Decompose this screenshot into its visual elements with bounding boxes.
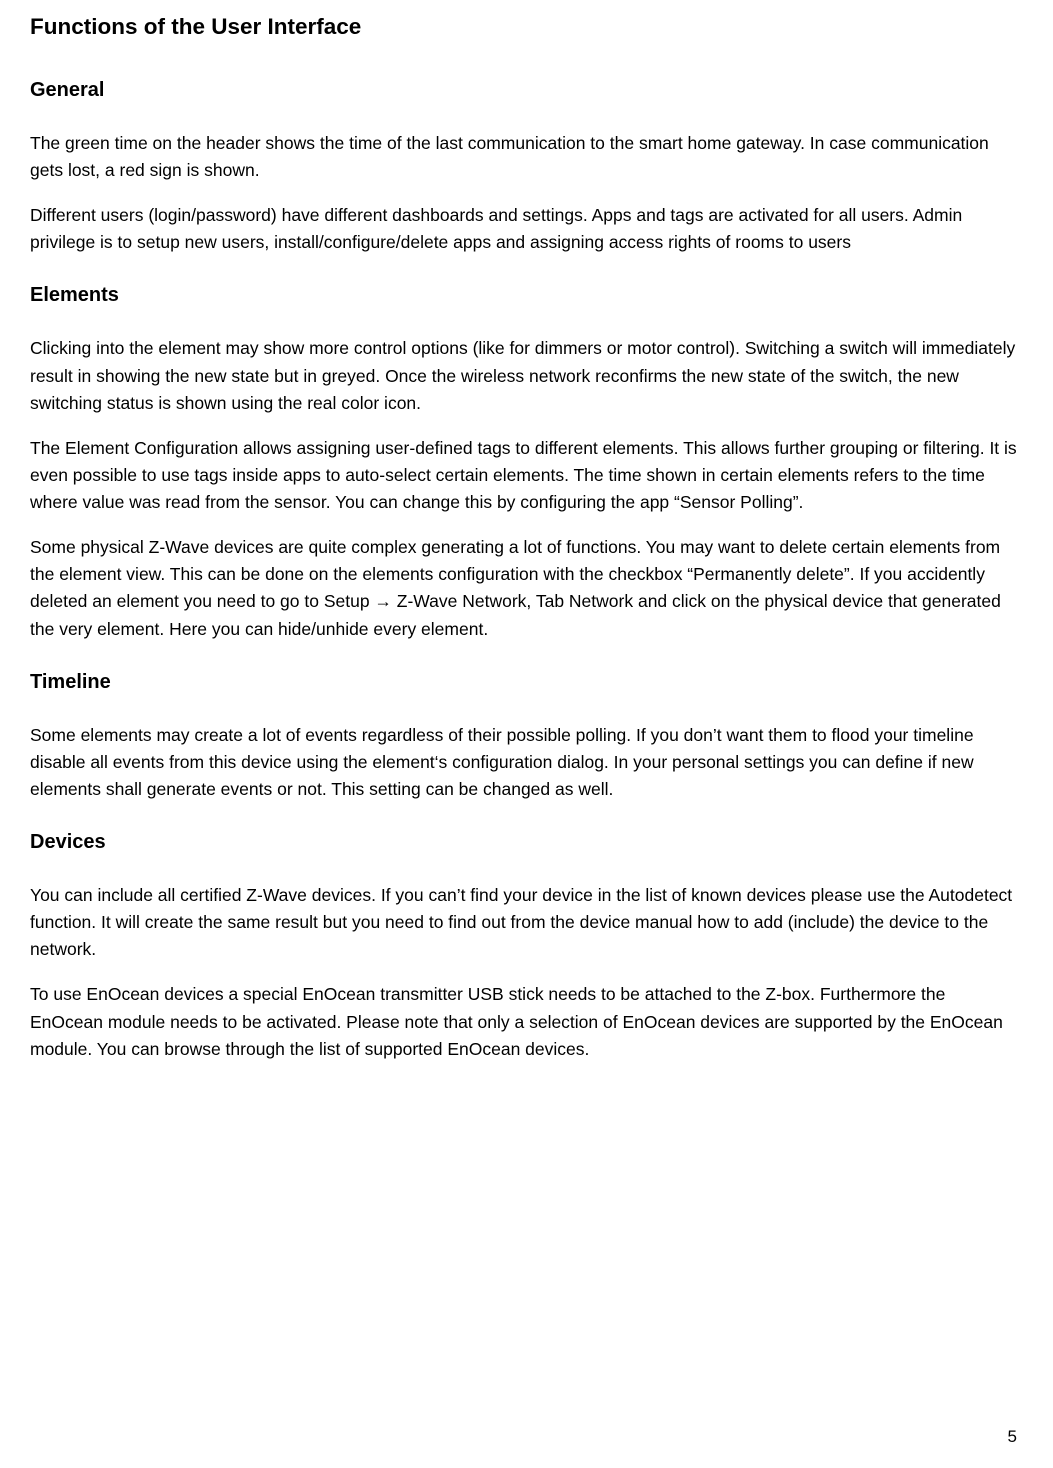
paragraph-general-1: The green time on the header shows the t… [30, 130, 1023, 184]
page-title: Functions of the User Interface [30, 10, 1023, 45]
paragraph-devices-1: You can include all certified Z-Wave dev… [30, 882, 1023, 963]
section-heading-general: General [30, 75, 1023, 106]
page-number: 5 [1008, 1424, 1017, 1450]
paragraph-elements-3: Some physical Z-Wave devices are quite c… [30, 534, 1023, 643]
paragraph-general-2: Different users (login/password) have di… [30, 202, 1023, 256]
paragraph-elements-1: Clicking into the element may show more … [30, 335, 1023, 416]
paragraph-elements-2: The Element Configuration allows assigni… [30, 435, 1023, 516]
paragraph-timeline-1: Some elements may create a lot of events… [30, 722, 1023, 803]
section-heading-timeline: Timeline [30, 667, 1023, 698]
section-heading-devices: Devices [30, 827, 1023, 858]
section-heading-elements: Elements [30, 280, 1023, 311]
paragraph-devices-2: To use EnOcean devices a special EnOcean… [30, 981, 1023, 1062]
